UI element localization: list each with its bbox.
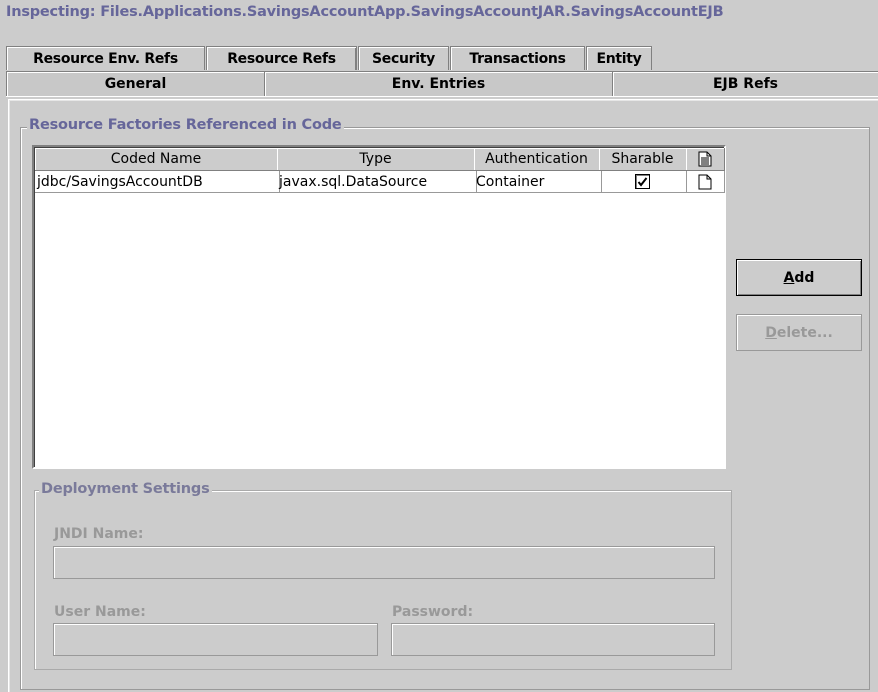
column-header-coded-name[interactable]: Coded Name: [35, 148, 278, 171]
cell-coded-name[interactable]: jdbc/SavingsAccountDB: [35, 171, 280, 193]
column-header-type[interactable]: Type: [277, 148, 475, 171]
tab-general[interactable]: General: [6, 71, 264, 96]
delete-button-mnemonic: D: [765, 324, 777, 341]
tab-entity[interactable]: Entity: [586, 46, 652, 70]
add-button-label: dd: [794, 269, 815, 286]
user-name-label: User Name:: [54, 604, 146, 620]
deployment-settings-title: Deployment Settings: [39, 481, 212, 497]
sharable-checkbox[interactable]: [635, 174, 650, 189]
tab-transactions[interactable]: Transactions: [450, 46, 585, 70]
tab-security[interactable]: Security: [358, 46, 449, 70]
tab-ejb-refs[interactable]: EJB Refs: [612, 71, 878, 96]
tab-env-entries[interactable]: Env. Entries: [264, 71, 612, 96]
resource-refs-table[interactable]: Coded Name Type Authentication Sharable …: [32, 145, 726, 469]
user-name-field[interactable]: [53, 623, 378, 656]
jndi-name-field[interactable]: [53, 546, 715, 579]
checkmark-icon: [637, 177, 648, 187]
column-header-doc-icon[interactable]: [686, 148, 725, 171]
column-header-authentication[interactable]: Authentication: [474, 148, 600, 171]
cell-type[interactable]: javax.sql.DataSource: [277, 171, 477, 193]
column-header-sharable[interactable]: Sharable: [599, 148, 687, 171]
cell-authentication[interactable]: Container: [474, 171, 602, 193]
inspector-title: Inspecting: Files.Applications.SavingsAc…: [6, 4, 724, 20]
cell-doc[interactable]: [686, 171, 725, 193]
delete-button-label: elete...: [776, 324, 833, 341]
password-field[interactable]: [391, 623, 715, 656]
add-button-mnemonic: A: [783, 269, 795, 286]
tab-resource-env-refs[interactable]: Resource Env. Refs: [6, 46, 205, 70]
document-icon: [698, 174, 712, 189]
delete-button[interactable]: Delete...: [736, 314, 862, 351]
tab-resource-refs[interactable]: Resource Refs: [206, 46, 357, 70]
resource-factories-group-title: Resource Factories Referenced in Code: [27, 117, 344, 133]
tab-divider: [6, 96, 878, 97]
cell-sharable[interactable]: [599, 171, 687, 193]
add-button[interactable]: Add: [736, 259, 862, 296]
jndi-name-label: JNDI Name:: [54, 526, 144, 542]
password-label: Password:: [392, 604, 474, 620]
